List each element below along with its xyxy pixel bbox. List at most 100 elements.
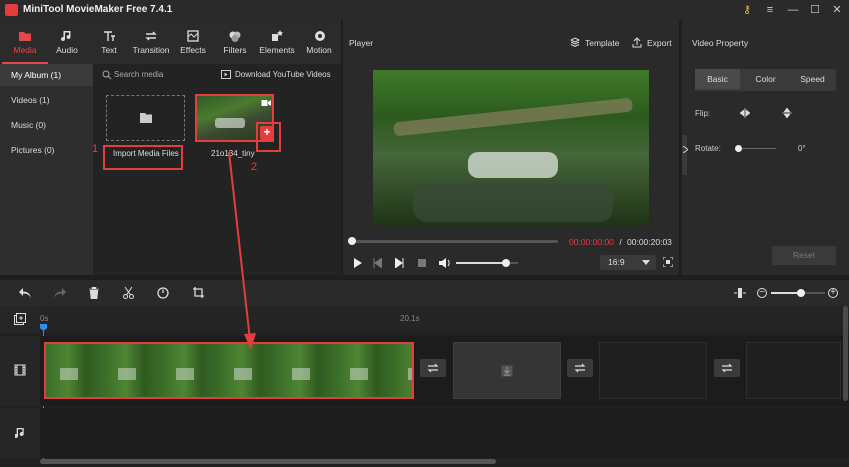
sidebar-item-pictures[interactable]: Pictures (0) xyxy=(0,139,93,161)
motion-icon xyxy=(315,31,325,41)
ruler-start-label: 0s xyxy=(40,314,49,323)
elements-icon xyxy=(272,30,283,41)
play-icon[interactable] xyxy=(353,258,362,268)
nav-text[interactable]: Text xyxy=(86,20,132,64)
transition-icon xyxy=(145,31,157,41)
add-to-timeline-icon[interactable]: + xyxy=(260,126,274,140)
flip-horizontal-icon[interactable] xyxy=(740,108,750,118)
nav-effects[interactable]: Effects xyxy=(170,20,216,64)
download-youtube-button[interactable]: Download YouTube Videos xyxy=(235,70,331,79)
crop-icon[interactable] xyxy=(193,287,204,298)
redo-icon[interactable] xyxy=(54,288,66,298)
tab-speed[interactable]: Speed xyxy=(789,69,836,89)
player-panel: Player Template Export 00:00:00:00 / 00:… xyxy=(343,20,679,275)
transition-slot-3[interactable] xyxy=(714,359,740,377)
zoom-slider-handle[interactable] xyxy=(796,289,805,297)
sidebar-item-videos[interactable]: Videos (1) xyxy=(0,89,93,111)
clip-name: 21o134_tiny xyxy=(211,149,255,158)
delete-icon[interactable] xyxy=(89,287,99,299)
maximize-icon[interactable]: ☐ xyxy=(808,3,822,17)
transition-icon xyxy=(721,363,733,373)
annotation-1: 1 xyxy=(92,143,99,155)
import-media-label[interactable]: Import Media Files xyxy=(113,149,179,158)
aspect-ratio-select[interactable]: 16:9 xyxy=(600,255,656,270)
rotate-slider-handle[interactable] xyxy=(735,145,742,152)
tab-color[interactable]: Color xyxy=(742,69,789,89)
youtube-download-icon xyxy=(221,70,231,79)
previous-frame-icon[interactable] xyxy=(373,258,382,268)
nav-label: Text xyxy=(101,45,117,55)
volume-icon[interactable] xyxy=(439,258,451,268)
menu-icon[interactable]: ≡ xyxy=(763,3,777,17)
zoom-out-icon[interactable]: − xyxy=(757,288,767,298)
fit-timeline-icon[interactable] xyxy=(734,287,746,299)
sidebar-item-music[interactable]: Music (0) xyxy=(0,114,93,136)
speed-icon[interactable] xyxy=(157,287,169,299)
reset-button[interactable]: Reset xyxy=(772,246,836,265)
sidebar-item-my-album[interactable]: My Album (1) xyxy=(0,64,93,86)
zoom-slider-track[interactable] xyxy=(771,289,825,297)
nav-label: Audio xyxy=(56,45,78,55)
media-library: Search media Download YouTube Videos Imp… xyxy=(92,64,341,275)
current-time: 00:00:00:00 xyxy=(569,237,614,247)
add-track-icon[interactable] xyxy=(14,313,26,325)
playback-progress-track[interactable] xyxy=(348,237,558,245)
volume-slider-handle[interactable] xyxy=(501,259,510,267)
flip-label: Flip: xyxy=(695,109,711,118)
transition-slot-2[interactable] xyxy=(567,359,593,377)
close-icon[interactable]: ✕ xyxy=(830,3,844,17)
panel-collapse-handle[interactable] xyxy=(682,135,687,175)
aspect-ratio-value: 16:9 xyxy=(608,257,625,267)
timeline-toolbar: − + xyxy=(0,280,849,306)
volume-slider-fill xyxy=(456,262,506,264)
transition-slot-1[interactable] xyxy=(420,359,446,377)
empty-clip-slot[interactable] xyxy=(453,342,561,399)
nav-label: Transition xyxy=(132,45,170,55)
nav-motion[interactable]: Motion xyxy=(296,20,342,64)
export-button[interactable]: Export xyxy=(647,38,672,48)
playback-progress-handle[interactable] xyxy=(348,237,356,245)
undo-icon[interactable] xyxy=(19,288,31,298)
zoom-in-icon[interactable]: + xyxy=(828,288,838,298)
folder-icon xyxy=(19,32,31,41)
video-preview xyxy=(373,70,649,226)
tab-basic[interactable]: Basic xyxy=(695,69,740,89)
music-note-icon xyxy=(61,31,71,42)
rotate-value: 0° xyxy=(798,144,806,153)
transition-icon xyxy=(574,363,586,373)
timeline-horizontal-scrollbar[interactable] xyxy=(40,459,496,464)
search-input[interactable]: Search media xyxy=(114,70,163,79)
album-sidebar: My Album (1) Videos (1) Music (0) Pictur… xyxy=(0,64,93,275)
empty-clip-slot[interactable] xyxy=(746,342,841,399)
flip-vertical-icon[interactable] xyxy=(782,108,792,118)
nav-elements[interactable]: Elements xyxy=(254,20,300,64)
nav-transition[interactable]: Transition xyxy=(128,20,174,64)
player-title: Player xyxy=(349,38,374,48)
key-icon[interactable]: ⚷ xyxy=(740,3,754,17)
minimize-icon[interactable]: — xyxy=(786,3,800,17)
import-media-tile[interactable] xyxy=(106,95,185,141)
nav-label: Filters xyxy=(223,45,247,55)
effects-icon xyxy=(187,30,199,42)
timeline-vertical-scrollbar[interactable] xyxy=(843,306,848,401)
template-button[interactable]: Template xyxy=(585,38,620,48)
music-note-icon xyxy=(15,428,24,438)
nav-audio[interactable]: Audio xyxy=(44,20,90,64)
filters-icon xyxy=(229,31,241,42)
timeline-video-clip[interactable] xyxy=(44,342,414,399)
chevron-right-icon xyxy=(683,146,688,153)
ruler-mid-label: 20.1s xyxy=(400,314,420,323)
next-frame-icon[interactable] xyxy=(395,258,404,268)
audio-track-header xyxy=(0,408,40,458)
rotate-slider-track[interactable] xyxy=(735,145,776,152)
split-scissors-icon[interactable] xyxy=(123,287,134,299)
rotate-label: Rotate: xyxy=(695,144,721,153)
volume-slider-track[interactable] xyxy=(456,259,518,267)
time-separator: / xyxy=(617,237,625,247)
stop-icon[interactable] xyxy=(418,259,426,267)
timeline-ruler[interactable]: 0s 20.1s xyxy=(40,306,849,333)
nav-filters[interactable]: Filters xyxy=(212,20,258,64)
empty-clip-slot[interactable] xyxy=(599,342,707,399)
fullscreen-icon[interactable] xyxy=(663,257,673,267)
nav-media[interactable]: Media xyxy=(2,20,48,64)
